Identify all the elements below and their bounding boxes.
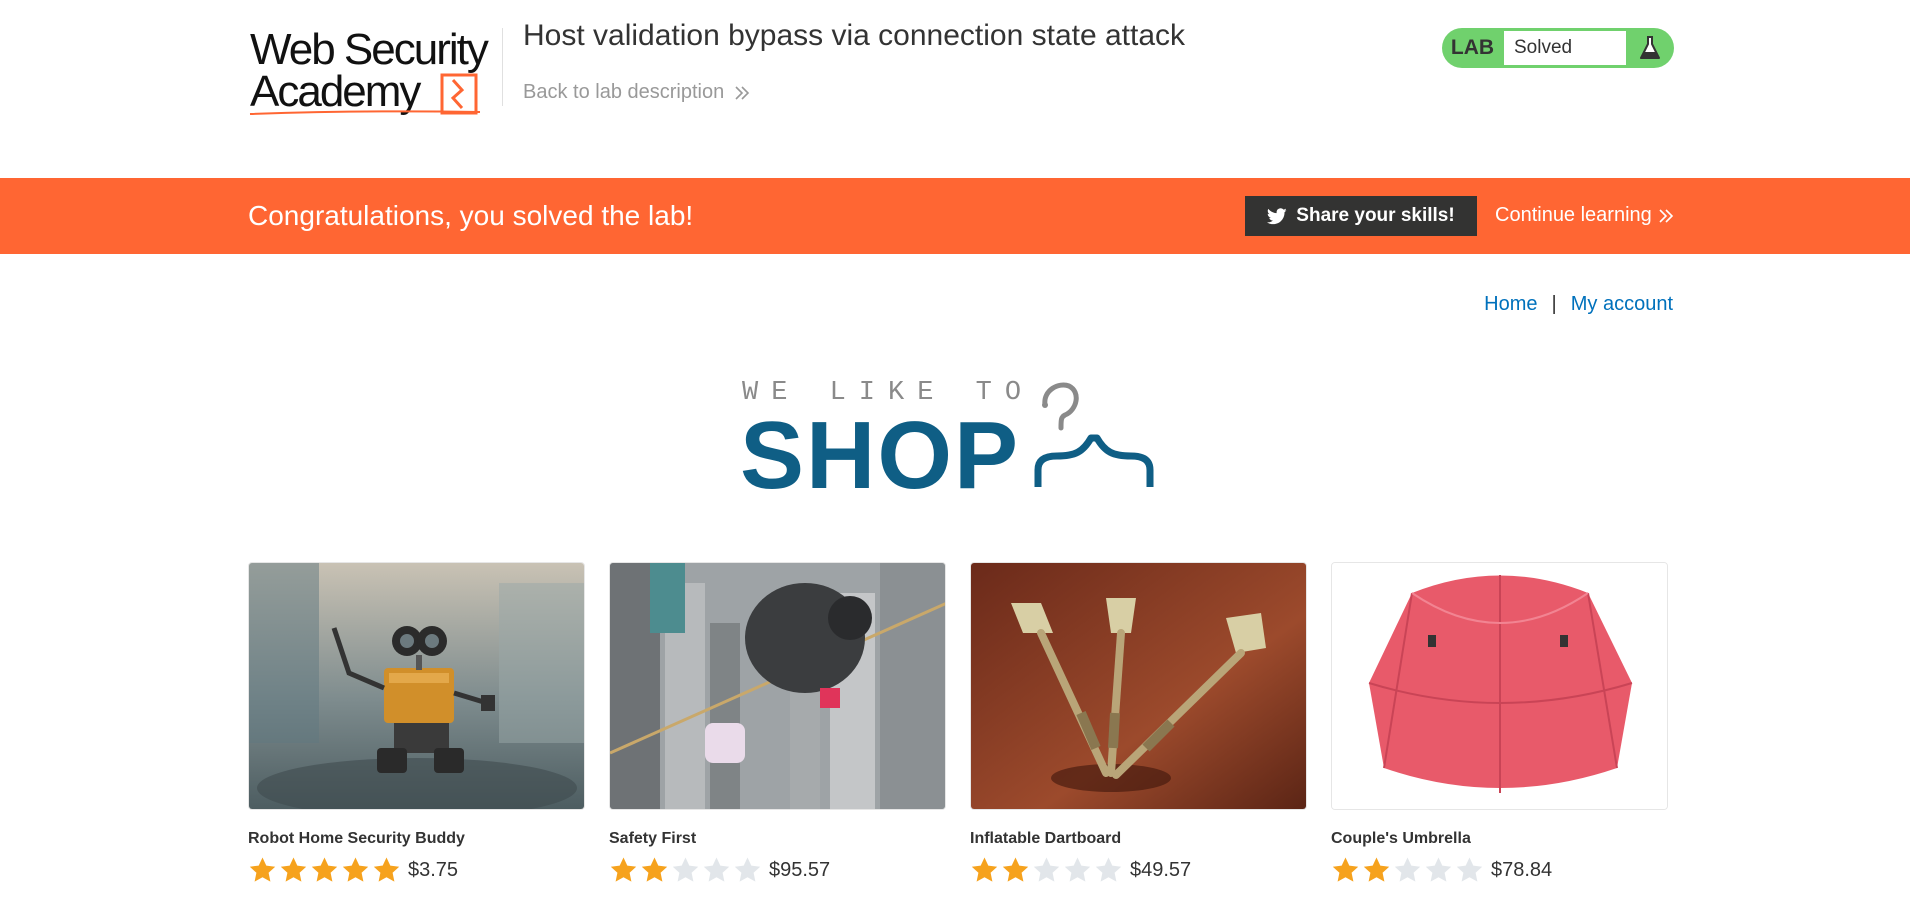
back-link-label: Back to lab description — [523, 81, 725, 103]
star-filled-icon — [342, 857, 369, 882]
darts-image[interactable] — [970, 562, 1307, 810]
back-to-lab-description-link[interactable]: Back to lab description — [523, 81, 750, 104]
share-skills-label: Share your skills! — [1296, 205, 1455, 226]
congratulations-message: Congratulations, you solved the lab! — [248, 200, 694, 231]
product-price: $95.57 — [769, 858, 831, 881]
product-price: $49.57 — [1130, 858, 1192, 881]
star-empty-icon — [1095, 857, 1122, 882]
robot-toy-image[interactable] — [248, 562, 585, 810]
nav-separator: | — [1551, 293, 1557, 315]
double-chevron-right-icon — [1659, 208, 1673, 223]
top-nav: Home | My account — [1484, 293, 1673, 316]
star-filled-icon — [610, 857, 637, 882]
shop-logo-name: SHOP — [740, 402, 1021, 509]
star-filled-icon — [373, 857, 400, 882]
rating-stars — [609, 856, 762, 884]
star-empty-icon — [1425, 857, 1452, 882]
star-filled-icon — [1363, 857, 1390, 882]
star-empty-icon — [1033, 857, 1060, 882]
star-filled-icon — [311, 857, 338, 882]
product-rating: $3.75 — [248, 856, 458, 884]
product-name[interactable]: Safety First — [609, 830, 696, 848]
star-empty-icon — [1394, 857, 1421, 882]
product-rating: $95.57 — [609, 856, 830, 884]
product-card[interactable]: Robot Home Security Buddy $3.75 — [248, 562, 585, 901]
product-grid: Robot Home Security Buddy $3.75 Safety F… — [248, 562, 1676, 901]
lab-solved-banner: Congratulations, you solved the lab! Sha… — [0, 178, 1910, 254]
rating-stars — [1331, 856, 1484, 884]
nav-my-account-link[interactable]: My account — [1571, 293, 1673, 316]
product-price: $78.84 — [1491, 858, 1553, 881]
svg-text:Academy: Academy — [250, 67, 421, 116]
product-price: $3.75 — [408, 858, 459, 881]
product-rating: $49.57 — [970, 856, 1191, 884]
star-filled-icon — [280, 857, 307, 882]
hanger-icon — [1034, 382, 1154, 487]
star-filled-icon — [971, 857, 998, 882]
product-name[interactable]: Robot Home Security Buddy — [248, 830, 465, 848]
product-card[interactable]: Safety First $95.57 — [609, 562, 946, 901]
rating-stars — [248, 856, 401, 884]
web-security-academy-logo-mark: Web Security Academy — [249, 25, 491, 116]
tightrope-walker-image[interactable] — [609, 562, 946, 810]
star-filled-icon — [1002, 857, 1029, 882]
product-name[interactable]: Inflatable Dartboard — [970, 830, 1121, 848]
umbrella-image[interactable] — [1331, 562, 1668, 810]
product-name[interactable]: Couple's Umbrella — [1331, 830, 1471, 848]
lab-badge: LAB — [1450, 36, 1495, 59]
product-card[interactable]: Inflatable Dartboard $49.57 — [970, 562, 1307, 901]
share-skills-button[interactable]: Share your skills! — [1245, 196, 1477, 236]
twitter-icon — [1267, 207, 1287, 224]
product-card[interactable]: Couple's Umbrella $78.84 — [1331, 562, 1668, 901]
star-empty-icon — [672, 857, 699, 882]
lab-header: Web Security Academy Host validation byp… — [0, 0, 1910, 178]
star-filled-icon — [1332, 857, 1359, 882]
continue-learning-label: Continue learning — [1495, 204, 1652, 226]
header-divider — [502, 28, 503, 106]
web-security-academy-logo[interactable]: Web Security Academy — [248, 25, 503, 118]
continue-learning-link[interactable]: Continue learning — [1495, 204, 1674, 227]
star-empty-icon — [1064, 857, 1091, 882]
shop-logo: WE LIKE TO SHOP — [740, 378, 1180, 504]
lab-status-text: Solved — [1503, 30, 1627, 66]
star-filled-icon — [249, 857, 276, 882]
lab-status-widget: LAB Solved — [1442, 28, 1674, 68]
nav-home-link[interactable]: Home — [1484, 293, 1537, 316]
star-empty-icon — [1456, 857, 1483, 882]
product-rating: $78.84 — [1331, 856, 1552, 884]
star-empty-icon — [703, 857, 730, 882]
star-empty-icon — [734, 857, 761, 882]
star-filled-icon — [641, 857, 668, 882]
flask-icon — [1627, 28, 1672, 68]
lab-title: Host validation bypass via connection st… — [523, 19, 1186, 52]
double-chevron-right-icon — [735, 85, 750, 100]
rating-stars — [970, 856, 1123, 884]
